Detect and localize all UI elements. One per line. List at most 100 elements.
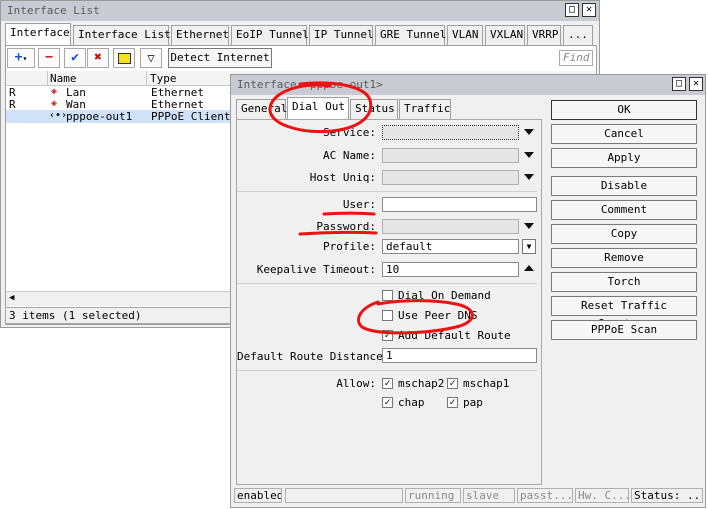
list-window-title: Interface List	[7, 4, 100, 17]
items-count: 3 items (1 selected)	[9, 309, 142, 322]
maximize-icon[interactable]: □	[565, 3, 579, 17]
allow-label: Allow:	[336, 377, 376, 390]
close-icon[interactable]: ✕	[582, 3, 596, 17]
list-titlebar: Interface List □ ✕	[1, 1, 599, 21]
separator	[237, 283, 537, 284]
user-label: User:	[342, 198, 376, 211]
ethernet-icon: ◈	[51, 86, 58, 97]
dialog-titlebar: Interface <pppoe-out1> □ ✕	[231, 75, 705, 95]
status-running: running	[405, 488, 461, 503]
password-input[interactable]	[382, 219, 519, 234]
add-default-route-checkbox[interactable]: ✓	[382, 330, 393, 341]
reset-traffic-counters-button[interactable]: Reset Traffic Counters	[551, 296, 697, 330]
distance-input[interactable]: 1	[382, 348, 537, 363]
password-dropdown-icon[interactable]	[524, 223, 534, 229]
mschap1-label: mschap1	[463, 377, 510, 390]
add-default-route-label: Add Default Route	[398, 329, 511, 342]
profile-label: Profile:	[323, 240, 376, 253]
tab-general[interactable]: General	[236, 99, 287, 119]
interface-dialog: Interface <pppoe-out1> □ ✕ General Dial …	[230, 74, 706, 508]
pap-label: pap	[463, 396, 483, 409]
host-uniq-field[interactable]	[382, 170, 519, 185]
service-field[interactable]	[382, 125, 519, 140]
cancel-button[interactable]: Cancel	[551, 124, 697, 144]
disable-x-icon[interactable]: ✖	[87, 48, 109, 68]
service-dropdown-icon[interactable]	[524, 129, 534, 135]
host-uniq-label: Host Uniq:	[309, 171, 376, 184]
maximize-icon[interactable]: □	[672, 77, 686, 91]
tab-interface[interactable]: Interface	[5, 23, 71, 45]
chap-label: chap	[398, 396, 425, 409]
keepalive-collapse-icon[interactable]	[524, 265, 534, 271]
chap-checkbox[interactable]: ✓	[382, 397, 393, 408]
mschap1-checkbox[interactable]: ✓	[447, 378, 458, 389]
tab-status[interactable]: Status	[350, 99, 398, 119]
remove-button[interactable]: Remove	[551, 248, 697, 268]
tab-gre-tunnel[interactable]: GRE Tunnel	[375, 25, 446, 45]
disable-button[interactable]: Disable	[551, 176, 697, 196]
mschap2-label: mschap2	[398, 377, 445, 390]
tab-traffic[interactable]: Traffic	[399, 99, 451, 119]
dial-on-demand-label: Dial On Demand	[398, 289, 491, 302]
keepalive-input[interactable]: 10	[382, 262, 519, 277]
status-slave: slave	[463, 488, 515, 503]
filter-icon[interactable]: ▽	[140, 48, 162, 68]
separator	[237, 191, 537, 192]
detect-internet-button[interactable]: Detect Internet	[168, 48, 272, 68]
enable-check-icon[interactable]: ✔	[64, 48, 86, 68]
apply-button[interactable]: Apply	[551, 148, 697, 168]
ac-name-label: AC Name:	[323, 149, 376, 162]
tab-dial-out[interactable]: Dial Out	[287, 97, 349, 119]
tab-eoip-tunnel[interactable]: EoIP Tunnel	[231, 25, 309, 45]
ethernet-icon: ◈	[51, 98, 58, 109]
pppoe-icon: ‹•›	[49, 110, 68, 121]
close-icon[interactable]: ✕	[689, 77, 703, 91]
scroll-left-icon[interactable]: ◀	[9, 293, 14, 303]
ac-name-dropdown-icon[interactable]	[524, 152, 534, 158]
service-label: Service:	[323, 126, 376, 139]
password-label: Password:	[316, 220, 376, 233]
row-type: PPPoE Client	[151, 110, 231, 123]
add-icon[interactable]: +▾	[7, 48, 35, 68]
dialog-title: Interface <pppoe-out1>	[237, 78, 383, 91]
tab-vxlan[interactable]: VXLAN	[485, 25, 525, 45]
column-header-type[interactable]: Type	[150, 72, 177, 85]
use-peer-dns-label: Use Peer DNS	[398, 309, 478, 322]
status-enabled: enabled	[234, 488, 282, 503]
mschap2-checkbox[interactable]: ✓	[382, 378, 393, 389]
torch-button[interactable]: Torch	[551, 272, 697, 292]
comment-note-icon[interactable]	[113, 48, 135, 68]
pap-checkbox[interactable]: ✓	[447, 397, 458, 408]
tab-ip-tunnel[interactable]: IP Tunnel	[309, 25, 374, 45]
comment-button[interactable]: Comment	[551, 200, 697, 220]
tab-vlan[interactable]: VLAN	[447, 25, 483, 45]
list-tab-strip: Interface Interface List Ethernet EoIP T…	[5, 23, 597, 45]
tab-more[interactable]: ...	[563, 25, 593, 45]
row-name: pppoe-out1	[66, 110, 133, 123]
tab-ethernet[interactable]: Ethernet	[171, 25, 229, 45]
tab-vrrp[interactable]: VRRP	[527, 25, 561, 45]
remove-icon[interactable]: −	[38, 48, 60, 68]
separator	[237, 370, 537, 371]
dial-on-demand-checkbox[interactable]	[382, 290, 393, 301]
dialog-status-bar: enabled running slave passt... Hw. C... …	[231, 487, 705, 507]
profile-dropdown-icon[interactable]: ▼	[522, 239, 536, 254]
user-input[interactable]	[382, 197, 537, 212]
dialog-tab-strip: General Dial Out Status Traffic	[236, 97, 546, 119]
status-blank	[285, 488, 403, 503]
host-uniq-dropdown-icon[interactable]	[524, 174, 534, 180]
ok-button[interactable]: OK	[551, 100, 697, 120]
copy-button[interactable]: Copy	[551, 224, 697, 244]
ac-name-field[interactable]	[382, 148, 519, 163]
status-passthrough: passt...	[517, 488, 573, 503]
tab-interface-list[interactable]: Interface List	[73, 25, 171, 45]
status-hw: Hw. C...	[575, 488, 629, 503]
use-peer-dns-checkbox[interactable]	[382, 310, 393, 321]
distance-label: Default Route Distance:	[237, 350, 390, 363]
pppoe-scan-button[interactable]: PPPoE Scan	[551, 320, 697, 340]
keepalive-label: Keepalive Timeout:	[256, 263, 376, 276]
column-header-name[interactable]: Name	[50, 72, 77, 85]
profile-select[interactable]: default	[382, 239, 519, 254]
status-running-state: Status: ...	[631, 488, 703, 503]
find-input[interactable]: Find	[559, 50, 593, 66]
